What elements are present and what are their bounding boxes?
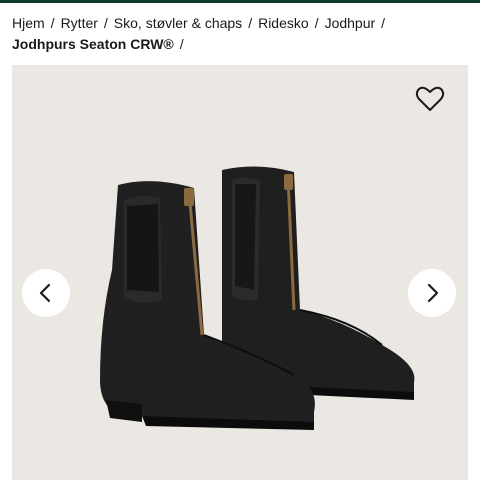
favorite-button[interactable]	[414, 83, 446, 115]
breadcrumb-separator: /	[248, 15, 253, 31]
breadcrumb-separator: /	[179, 36, 184, 52]
breadcrumb-separator: /	[103, 15, 108, 31]
breadcrumb-separator: /	[50, 15, 55, 31]
breadcrumb-separator: /	[381, 15, 386, 31]
chevron-right-icon	[427, 283, 439, 303]
top-accent-strip	[0, 0, 480, 3]
breadcrumb-home[interactable]: Hjem	[12, 13, 45, 34]
breadcrumb-current: Jodhpurs Seaton CRW®	[12, 36, 174, 52]
product-image	[100, 166, 415, 430]
breadcrumb-jodhpur[interactable]: Jodhpur	[325, 13, 376, 34]
breadcrumb-separator: /	[314, 15, 319, 31]
gallery-next-button[interactable]	[408, 269, 456, 317]
heart-outline-icon	[415, 86, 445, 111]
breadcrumb: Hjem / Rytter / Sko, støvler & chaps / R…	[12, 13, 472, 55]
chevron-left-icon	[39, 283, 51, 303]
breadcrumb-rytter[interactable]: Rytter	[61, 13, 98, 34]
gallery-prev-button[interactable]	[22, 269, 70, 317]
breadcrumb-sko-stovler-chaps[interactable]: Sko, støvler & chaps	[114, 13, 242, 34]
breadcrumb-ridesko[interactable]: Ridesko	[258, 13, 309, 34]
product-image-gallery[interactable]	[12, 65, 468, 480]
